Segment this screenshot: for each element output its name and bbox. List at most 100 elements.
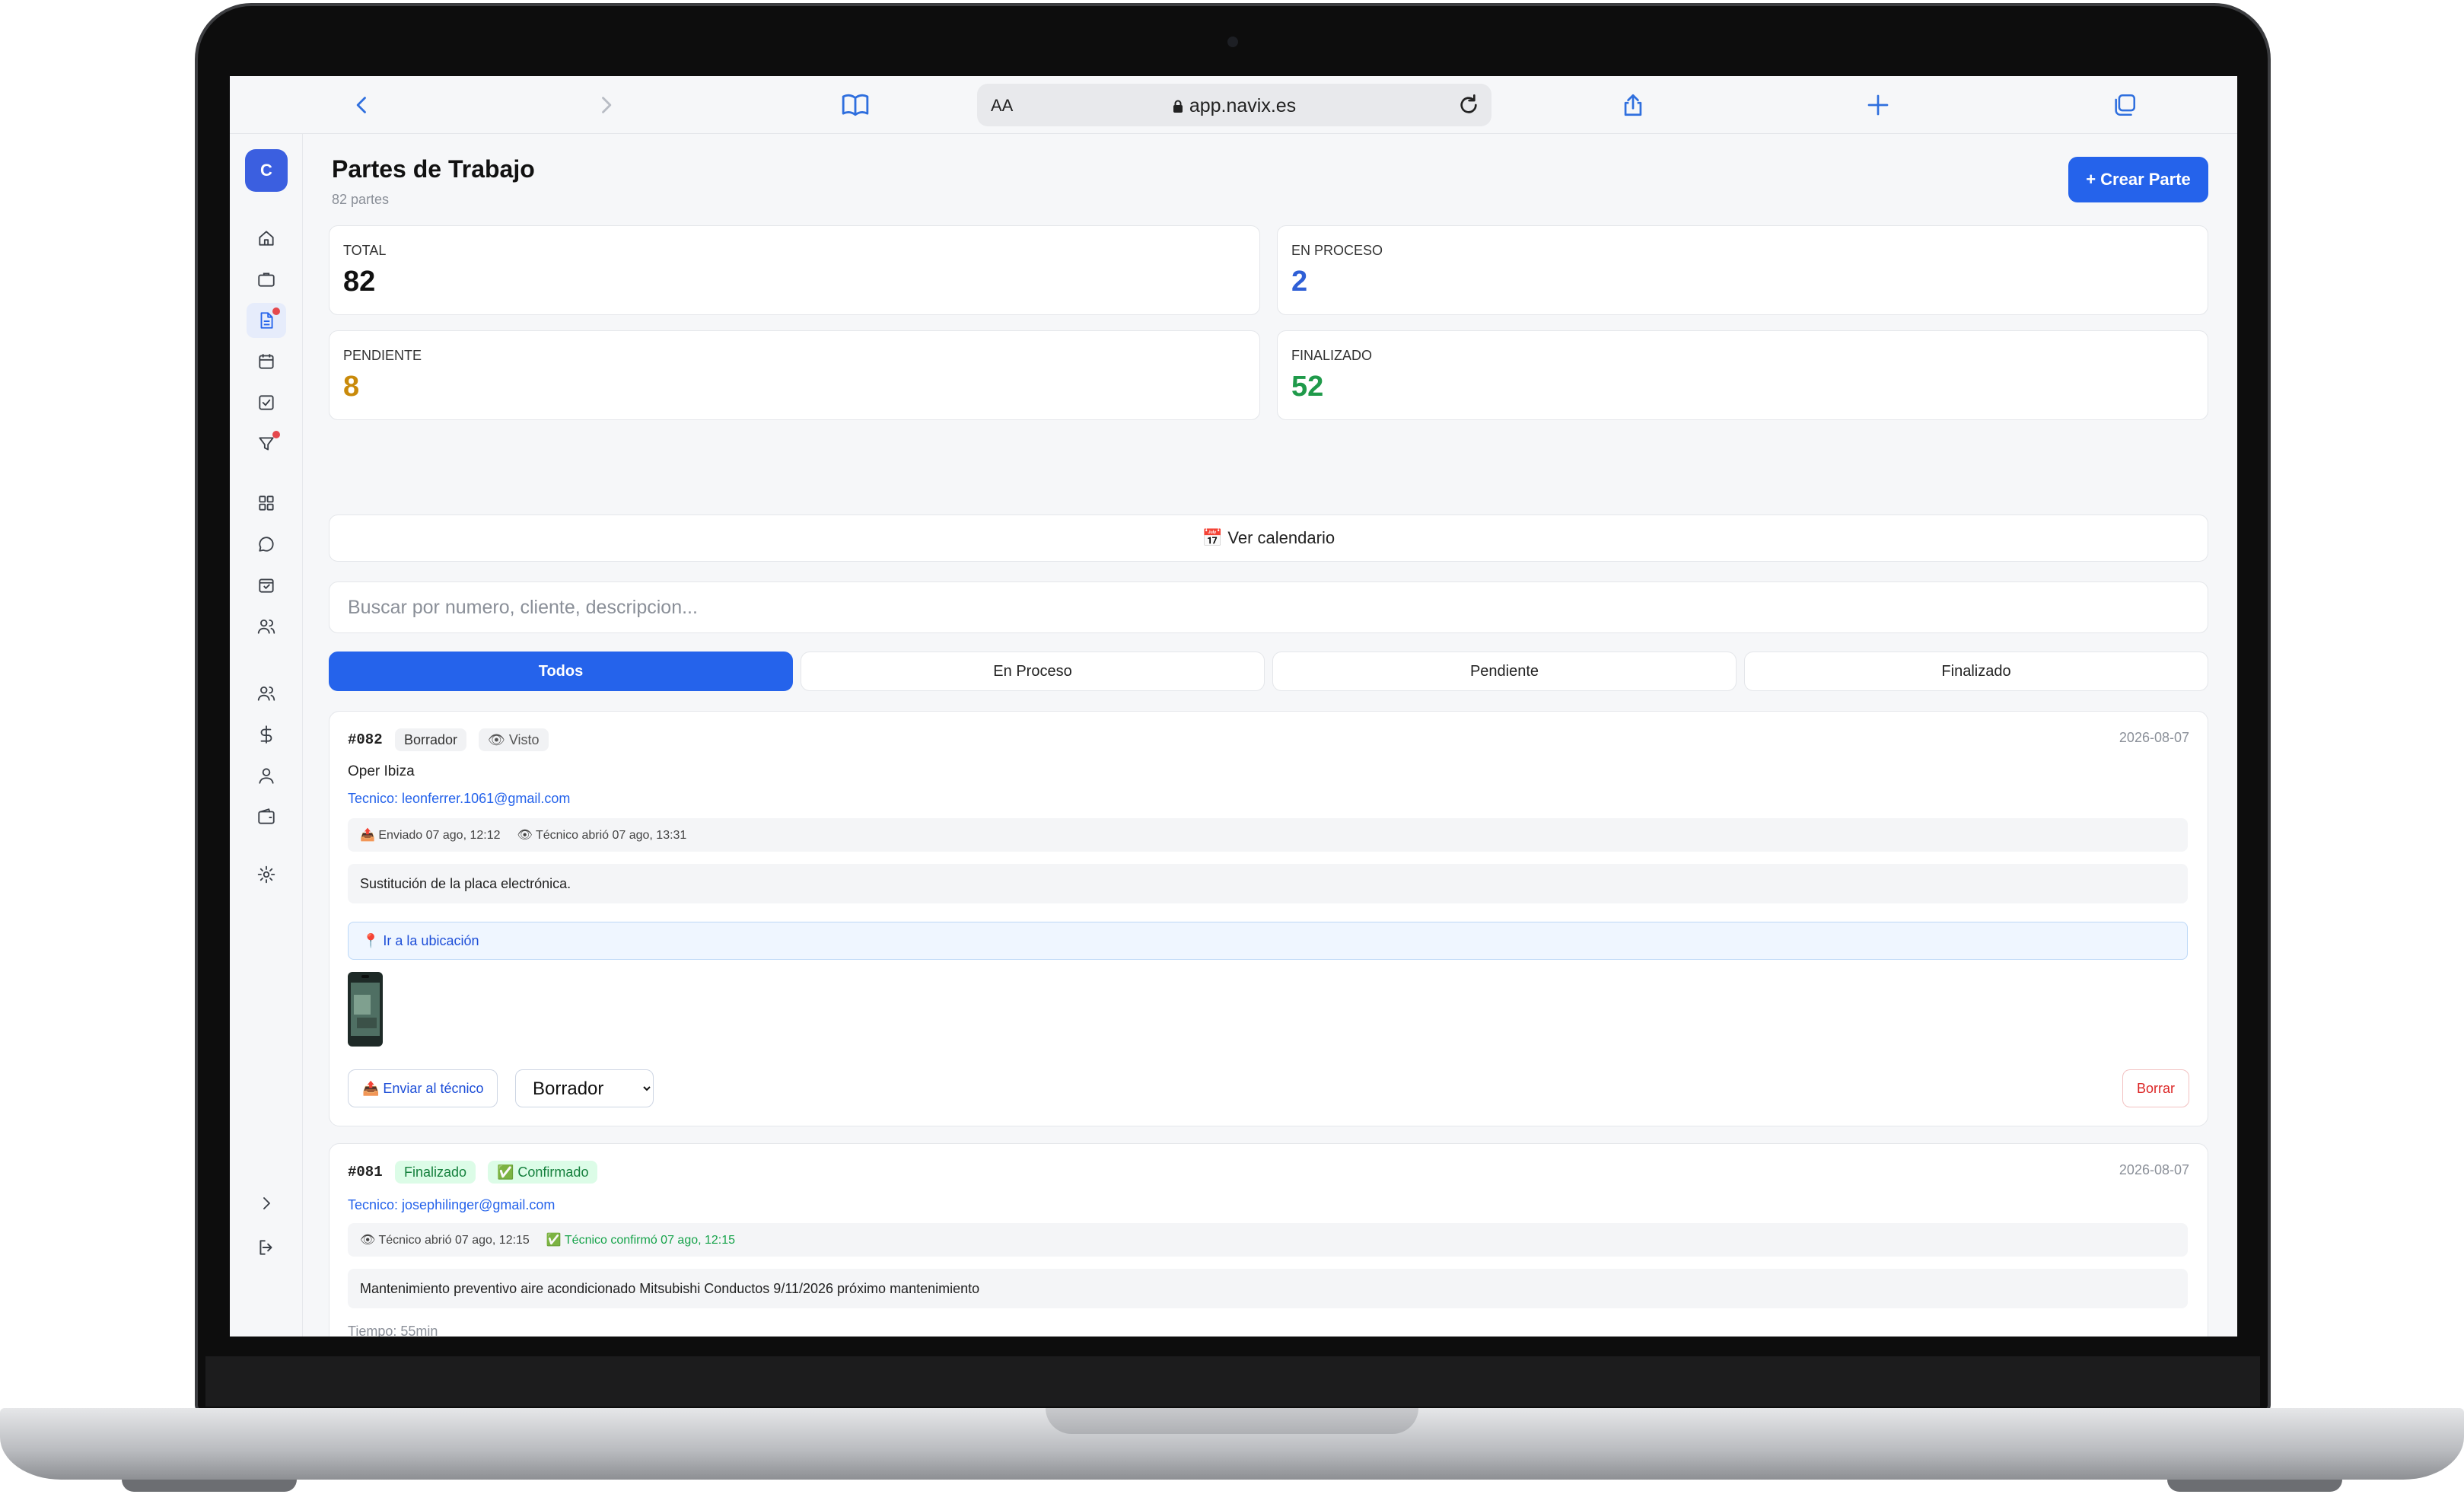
sidebar-item-work-orders[interactable]: [247, 303, 286, 338]
chat-icon: [259, 537, 274, 552]
sidebar-item-settings[interactable]: [247, 857, 286, 892]
search-input[interactable]: [329, 581, 2208, 633]
briefcase-icon: [258, 272, 275, 287]
camera: [1227, 37, 1238, 47]
laptop-foot: [2167, 1480, 2342, 1492]
tab-in-process[interactable]: En Proceso: [801, 652, 1265, 691]
dollar-icon: [260, 725, 272, 744]
stat-pending: PENDIENTE 8: [329, 330, 1260, 420]
create-work-order-button[interactable]: + Crear Parte: [2068, 157, 2208, 202]
url-text: app.navix.es: [977, 95, 1491, 117]
users-icon: [257, 686, 275, 701]
page-subtitle: 82 partes: [332, 192, 390, 207]
work-order-number: #082: [348, 731, 383, 748]
page-title: Partes de Trabajo: [332, 155, 535, 183]
logout-icon: [259, 1240, 272, 1255]
package-icon: [259, 578, 274, 593]
stat-label: FINALIZADO: [1291, 348, 1373, 363]
sidebar-item-wallet[interactable]: [247, 799, 286, 834]
stat-total: TOTAL 82: [329, 225, 1260, 315]
confirmed-badge: ✅ Confirmado: [488, 1161, 598, 1184]
screen: AA app.navix.es C Partes de Trabajo 82 p…: [230, 76, 2237, 1337]
laptop-notch: [1046, 1408, 1418, 1434]
calendar-icon: [259, 354, 274, 369]
grid-icon: [259, 495, 274, 511]
laptop-foot: [122, 1480, 297, 1492]
user-icon: [259, 768, 274, 784]
sidebar-item-inventory[interactable]: [247, 568, 286, 603]
notification-dot: [272, 431, 280, 438]
sidebar-item-clients[interactable]: [247, 676, 286, 711]
forward-icon[interactable]: [587, 87, 624, 123]
avatar[interactable]: C: [245, 149, 288, 192]
stat-value: 8: [343, 371, 360, 403]
url-value: app.navix.es: [1189, 95, 1297, 116]
users-icon: [257, 619, 275, 634]
log-sent: 📤 Enviado 07 ago, 12:12: [360, 829, 501, 842]
reload-icon[interactable]: [1456, 93, 1481, 117]
sidebar-item-messages[interactable]: [247, 527, 286, 562]
delete-button[interactable]: Borrar: [2122, 1069, 2189, 1107]
view-calendar-button[interactable]: 📅 Ver calendario: [329, 515, 2208, 562]
sidebar-item-tasks[interactable]: [247, 385, 286, 420]
sidebar-item-dashboard[interactable]: [247, 486, 286, 521]
back-icon[interactable]: [344, 87, 380, 123]
activity-log: 📤 Enviado 07 ago, 12:12 👁 Técnico abrió …: [348, 818, 2188, 852]
stat-value: 2: [1291, 266, 1308, 298]
work-description: Mantenimiento preventivo aire acondicion…: [348, 1269, 2188, 1308]
technician-link[interactable]: Tecnico: leonferrer.1061@gmail.com: [348, 791, 570, 807]
notification-dot: [272, 307, 280, 315]
browser-toolbar: AA app.navix.es: [230, 76, 2237, 134]
work-order-card[interactable]: #082 Borrador 👁 Visto 2026-08-07 Oper Ib…: [329, 711, 2208, 1126]
lock-icon: [1173, 100, 1183, 113]
checkbox-icon: [259, 395, 274, 410]
share-icon[interactable]: [1615, 87, 1651, 123]
stat-label: TOTAL: [343, 243, 387, 258]
sidebar-item-profile[interactable]: [247, 758, 286, 793]
sidebar-item-calendar[interactable]: [247, 344, 286, 379]
send-to-technician-button[interactable]: 📤 Enviar al técnico: [348, 1069, 498, 1107]
work-order-number: #081: [348, 1164, 383, 1180]
status-badge: Finalizado: [395, 1161, 476, 1184]
log-opened: 👁 Técnico abrió 07 ago, 12:15: [360, 1234, 530, 1247]
work-order-card[interactable]: #081 Finalizado ✅ Confirmado 2026-08-07 …: [329, 1143, 2208, 1337]
tab-pending[interactable]: Pendiente: [1272, 652, 1737, 691]
main-content: Partes de Trabajo 82 partes + Crear Part…: [329, 134, 2208, 1337]
chevron-right-icon: [263, 1197, 270, 1209]
stat-finished: FINALIZADO 52: [1277, 330, 2208, 420]
seen-badge: 👁 Visto: [479, 728, 549, 751]
technician-link[interactable]: Tecnico: josephilinger@gmail.com: [348, 1197, 555, 1213]
tabs-overview-icon[interactable]: [2106, 87, 2143, 123]
gear-icon: [257, 865, 275, 884]
url-bar[interactable]: AA app.navix.es: [977, 84, 1491, 126]
sidebar-item-billing[interactable]: [247, 717, 286, 752]
location-link[interactable]: 📍 Ir a la ubicación: [348, 922, 2188, 960]
home-icon: [259, 231, 274, 246]
sidebar-item-filter[interactable]: [247, 426, 286, 461]
log-opened: 👁 Técnico abrió 07 ago, 13:31: [517, 829, 687, 842]
sidebar-expand-button[interactable]: [247, 1186, 286, 1221]
log-confirmed: ✅ Técnico confirmó 07 ago, 12:15: [546, 1234, 736, 1247]
sidebar-item-home[interactable]: [247, 221, 286, 256]
logout-button[interactable]: [247, 1230, 286, 1265]
status-select[interactable]: Borrador: [515, 1069, 654, 1107]
stat-value: 82: [343, 266, 376, 298]
activity-log: 👁 Técnico abrió 07 ago, 12:15 ✅ Técnico …: [348, 1223, 2188, 1257]
work-order-date: 2026-08-07: [2119, 1162, 2189, 1177]
sidebar-item-team[interactable]: [247, 609, 286, 644]
laptop-chin: [205, 1356, 2260, 1407]
app-sidebar: C: [230, 134, 303, 1337]
new-tab-icon[interactable]: [1860, 87, 1896, 123]
photo-thumbnail[interactable]: [348, 972, 383, 1047]
tab-all[interactable]: Todos: [329, 652, 793, 691]
work-description: Sustitución de la placa electrónica.: [348, 864, 2188, 903]
sidebar-item-jobs[interactable]: [247, 262, 286, 297]
work-order-date: 2026-08-07: [2119, 730, 2189, 745]
tab-finished[interactable]: Finalizado: [1744, 652, 2208, 691]
wallet-icon: [258, 808, 275, 824]
client-name: Oper Ibiza: [348, 763, 415, 779]
stat-label: PENDIENTE: [343, 348, 422, 363]
time-spent: Tiempo: 55min: [348, 1324, 438, 1337]
bookmarks-icon[interactable]: [837, 87, 874, 123]
stat-label: EN PROCESO: [1291, 243, 1383, 258]
